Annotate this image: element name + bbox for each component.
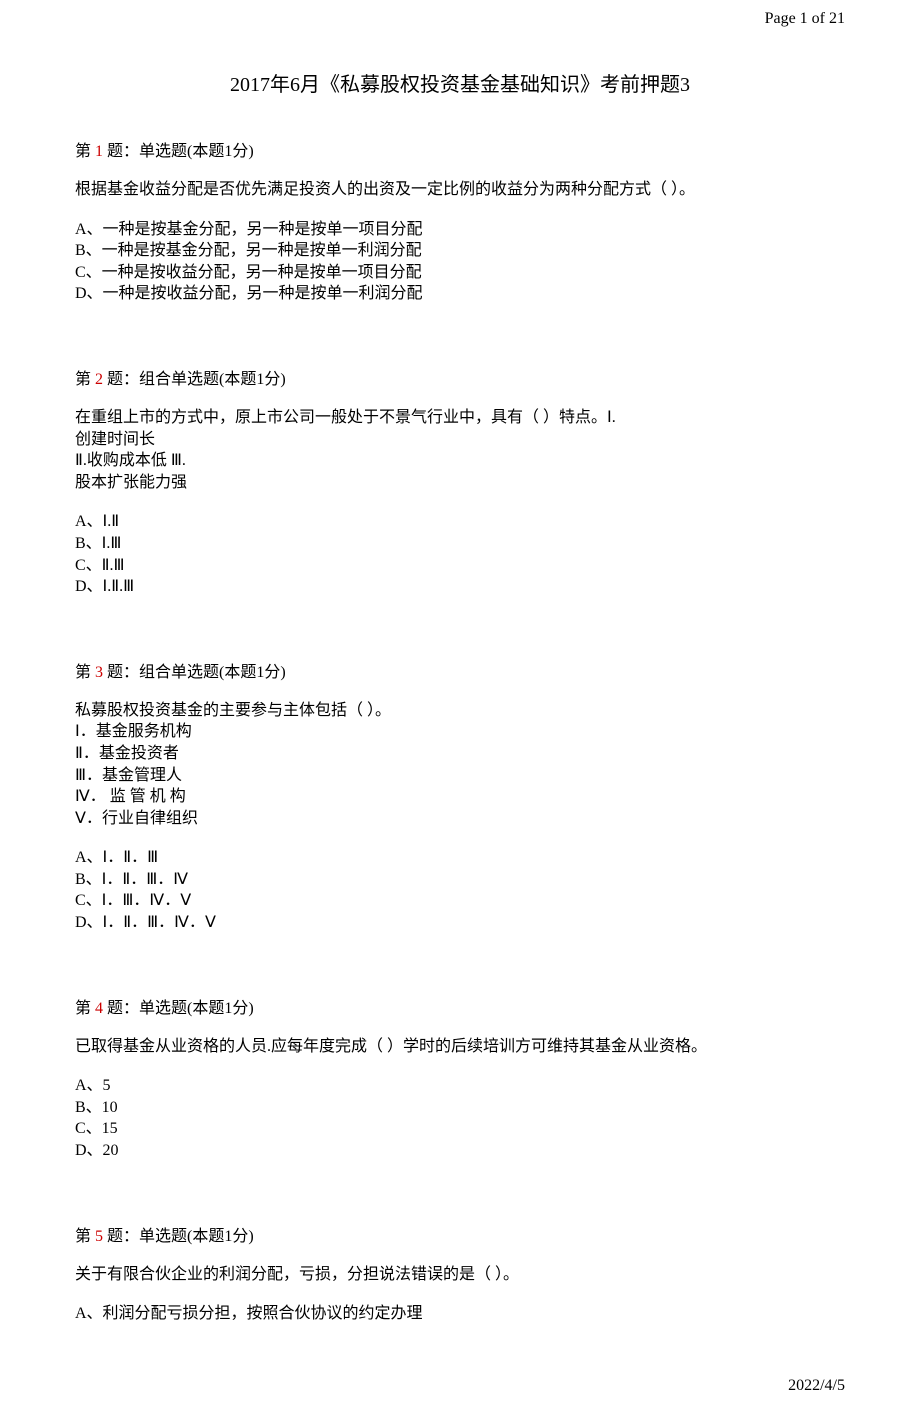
question-number: 1 xyxy=(95,143,103,160)
option-a: A、Ⅰ．Ⅱ．Ⅲ xyxy=(75,847,845,869)
option-a: A、利润分配亏损分担，按照合伙协议的约定办理 xyxy=(75,1303,845,1325)
question-number: 4 xyxy=(95,1000,103,1017)
question-block: 第 4 题：单选题(本题1分) 已取得基金从业资格的人员.应每年度完成（ ）学时… xyxy=(75,994,845,1162)
question-line: 创建时间长 xyxy=(75,429,845,451)
question-header: 第 5 题：单选题(本题1分) xyxy=(75,1222,845,1246)
option-b: B、Ⅰ.Ⅲ xyxy=(75,533,845,555)
question-header: 第 4 题：单选题(本题1分) xyxy=(75,994,845,1018)
question-header: 第 1 题：单选题(本题1分) xyxy=(75,137,845,161)
question-text: 私募股权投资基金的主要参与主体包括（ ）。 Ⅰ．基金服务机构 Ⅱ．基金投资者 Ⅲ… xyxy=(75,700,845,830)
page-header: Page 1 of 21 xyxy=(75,10,845,28)
question-line: 在重组上市的方式中，原上市公司一般处于不景气行业中，具有（ ）特点。Ⅰ. xyxy=(75,407,845,429)
question-header: 第 2 题：组合单选题(本题1分) xyxy=(75,365,845,389)
question-options: A、Ⅰ．Ⅱ．Ⅲ B、Ⅰ．Ⅱ．Ⅲ．Ⅳ C、Ⅰ．Ⅲ．Ⅳ．Ⅴ D、Ⅰ．Ⅱ．Ⅲ．Ⅳ．Ⅴ xyxy=(75,847,845,933)
option-b: B、一种是按基金分配，另一种是按单一利润分配 xyxy=(75,240,845,262)
question-block: 第 3 题：组合单选题(本题1分) 私募股权投资基金的主要参与主体包括（ ）。 … xyxy=(75,658,845,934)
question-line: 股本扩张能力强 xyxy=(75,472,845,494)
document-title: 2017年6月《私募股权投资基金基础知识》考前押题3 xyxy=(75,68,845,97)
question-line: 私募股权投资基金的主要参与主体包括（ ）。 xyxy=(75,700,845,722)
option-d: D、Ⅰ.Ⅱ.Ⅲ xyxy=(75,576,845,598)
question-number: 3 xyxy=(95,664,103,681)
option-b: B、Ⅰ．Ⅱ．Ⅲ．Ⅳ xyxy=(75,869,845,891)
question-number: 5 xyxy=(95,1228,103,1245)
option-c: C、Ⅱ.Ⅲ xyxy=(75,555,845,577)
option-c: C、一种是按收益分配，另一种是按单一项目分配 xyxy=(75,262,845,284)
option-d: D、一种是按收益分配，另一种是按单一利润分配 xyxy=(75,283,845,305)
question-text: 关于有限合伙企业的利润分配，亏损，分担说法错误的是（ ）。 xyxy=(75,1264,845,1286)
question-prefix: 第 xyxy=(75,664,95,681)
question-block: 第 1 题：单选题(本题1分) 根据基金收益分配是否优先满足投资人的出资及一定比… xyxy=(75,137,845,305)
question-header: 第 3 题：组合单选题(本题1分) xyxy=(75,658,845,682)
question-line: Ⅳ． 监 管 机 构 xyxy=(75,786,845,808)
option-c: C、Ⅰ．Ⅲ．Ⅳ．Ⅴ xyxy=(75,890,845,912)
question-text: 根据基金收益分配是否优先满足投资人的出资及一定比例的收益分为两种分配方式（ ）。 xyxy=(75,179,845,201)
question-type: 题：单选题(本题1分) xyxy=(103,1228,254,1245)
question-block: 第 2 题：组合单选题(本题1分) 在重组上市的方式中，原上市公司一般处于不景气… xyxy=(75,365,845,598)
question-prefix: 第 xyxy=(75,143,95,160)
question-line: Ⅲ．基金管理人 xyxy=(75,765,845,787)
question-options: A、Ⅰ.Ⅱ B、Ⅰ.Ⅲ C、Ⅱ.Ⅲ D、Ⅰ.Ⅱ.Ⅲ xyxy=(75,511,845,597)
question-line: 根据基金收益分配是否优先满足投资人的出资及一定比例的收益分为两种分配方式（ ）。 xyxy=(75,179,845,201)
question-options: A、一种是按基金分配，另一种是按单一项目分配 B、一种是按基金分配，另一种是按单… xyxy=(75,219,845,305)
question-type: 题：组合单选题(本题1分) xyxy=(103,371,286,388)
question-text: 已取得基金从业资格的人员.应每年度完成（ ）学时的后续培训方可维持其基金从业资格… xyxy=(75,1036,845,1058)
question-options: A、利润分配亏损分担，按照合伙协议的约定办理 xyxy=(75,1303,845,1325)
option-d: D、Ⅰ．Ⅱ．Ⅲ．Ⅳ．Ⅴ xyxy=(75,912,845,934)
question-prefix: 第 xyxy=(75,1000,95,1017)
option-c: C、15 xyxy=(75,1118,845,1140)
option-a: A、5 xyxy=(75,1075,845,1097)
question-block: 第 5 题：单选题(本题1分) 关于有限合伙企业的利润分配，亏损，分担说法错误的… xyxy=(75,1222,845,1325)
option-d: D、20 xyxy=(75,1140,845,1162)
question-line: 关于有限合伙企业的利润分配，亏损，分担说法错误的是（ ）。 xyxy=(75,1264,845,1286)
option-a: A、一种是按基金分配，另一种是按单一项目分配 xyxy=(75,219,845,241)
question-line: Ⅱ.收购成本低 Ⅲ. xyxy=(75,450,845,472)
question-type: 题：组合单选题(本题1分) xyxy=(103,664,286,681)
question-prefix: 第 xyxy=(75,371,95,388)
question-type: 题：单选题(本题1分) xyxy=(103,143,254,160)
question-line: Ⅰ．基金服务机构 xyxy=(75,721,845,743)
option-b: B、10 xyxy=(75,1097,845,1119)
question-line: Ⅱ．基金投资者 xyxy=(75,743,845,765)
question-options: A、5 B、10 C、15 D、20 xyxy=(75,1075,845,1161)
question-type: 题：单选题(本题1分) xyxy=(103,1000,254,1017)
question-number: 2 xyxy=(95,371,103,388)
question-line: 已取得基金从业资格的人员.应每年度完成（ ）学时的后续培训方可维持其基金从业资格… xyxy=(75,1036,845,1058)
option-a: A、Ⅰ.Ⅱ xyxy=(75,511,845,533)
question-prefix: 第 xyxy=(75,1228,95,1245)
question-text: 在重组上市的方式中，原上市公司一般处于不景气行业中，具有（ ）特点。Ⅰ. 创建时… xyxy=(75,407,845,493)
page-number-label: Page 1 of 21 xyxy=(765,10,845,27)
page-footer: 2022/4/5 xyxy=(788,1377,845,1395)
question-line: Ⅴ．行业自律组织 xyxy=(75,808,845,830)
footer-date: 2022/4/5 xyxy=(788,1377,845,1394)
